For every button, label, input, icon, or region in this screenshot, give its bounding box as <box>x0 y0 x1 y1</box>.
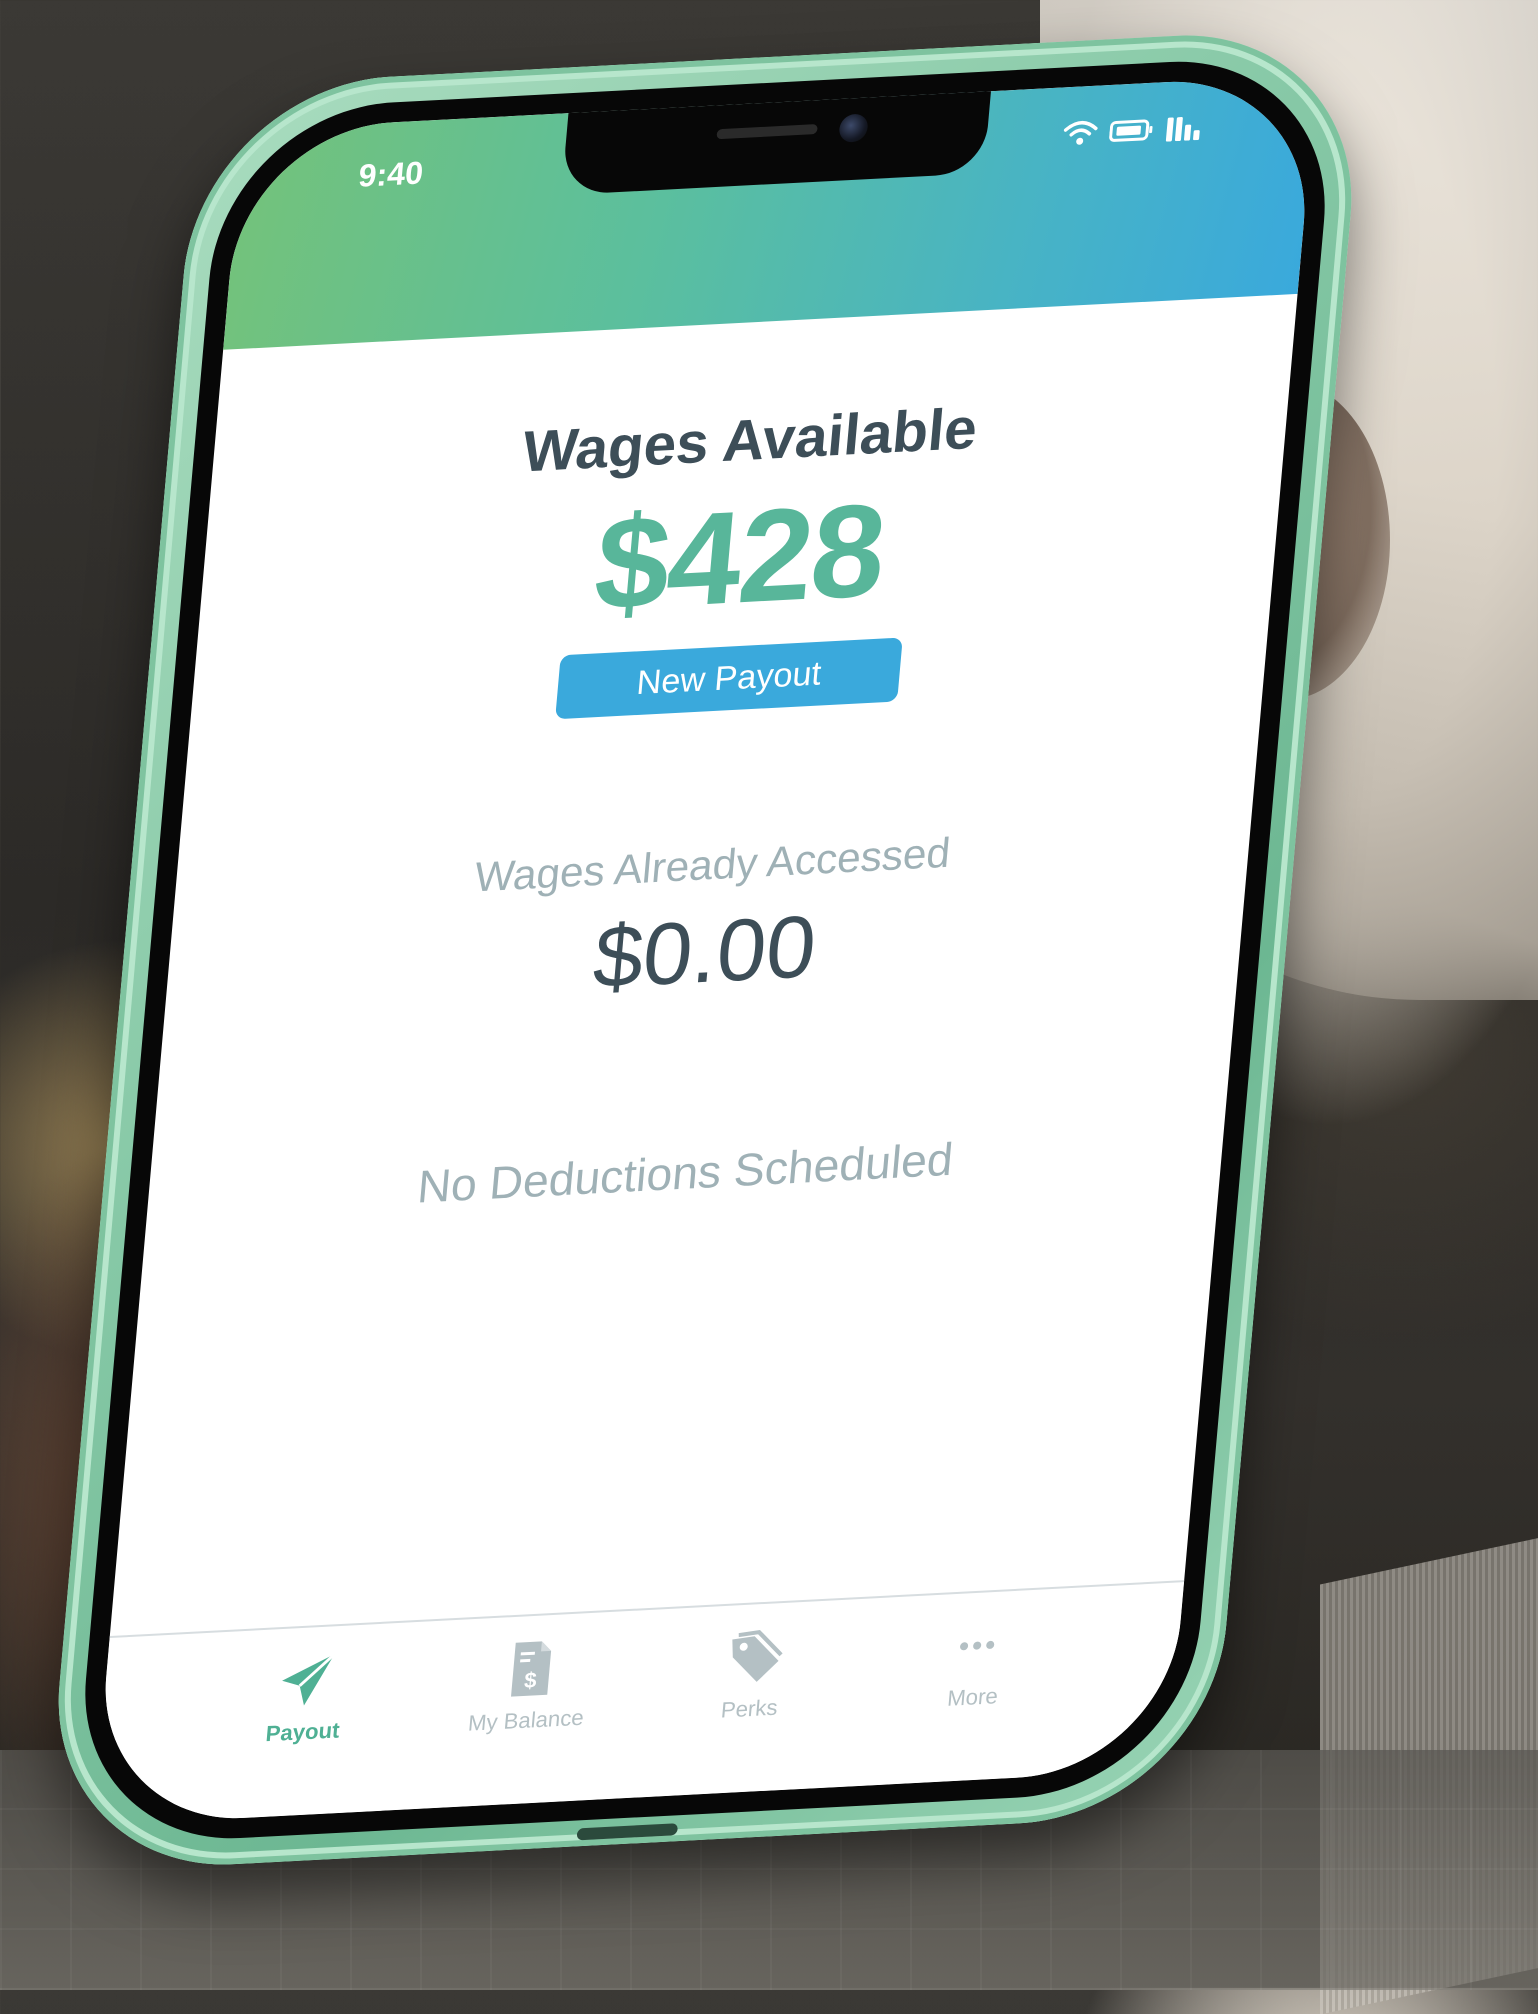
charging-port <box>576 1823 679 1841</box>
signal-icon <box>1165 117 1200 142</box>
deductions-status: No Deductions Scheduled <box>415 1132 956 1213</box>
tab-perks[interactable]: Perks <box>651 1600 849 1797</box>
tab-my-balance[interactable]: $ My Balance <box>428 1611 626 1808</box>
phone-mockup: 9:40 Wages Available $428 New Payout Wag… <box>0 0 1538 1988</box>
phone-frame: 9:40 Wages Available $428 New Payout Wag… <box>42 25 1368 1875</box>
tab-label: Payout <box>264 1717 341 1747</box>
speaker-grille <box>716 124 818 140</box>
more-dots-icon <box>960 1640 995 1651</box>
phone-screen: 9:40 Wages Available $428 New Payout Wag… <box>93 74 1317 1826</box>
svg-text:$: $ <box>523 1668 537 1693</box>
tab-label: Perks <box>719 1694 779 1723</box>
new-payout-button[interactable]: New Payout <box>555 637 903 720</box>
tab-more[interactable]: More <box>875 1588 1073 1785</box>
front-camera <box>838 113 869 143</box>
tab-label: More <box>946 1683 999 1711</box>
battery-icon <box>1109 119 1153 142</box>
status-time: 9:40 <box>357 154 425 194</box>
dollar-document-icon: $ <box>511 1641 552 1697</box>
wifi-icon <box>1063 121 1098 145</box>
tab-payout[interactable]: Payout <box>205 1623 403 1820</box>
tag-icon <box>732 1629 783 1682</box>
paper-plane-icon <box>282 1653 336 1706</box>
tab-label: My Balance <box>467 1704 585 1736</box>
phone-bezel: 9:40 Wages Available $428 New Payout Wag… <box>71 53 1339 1847</box>
